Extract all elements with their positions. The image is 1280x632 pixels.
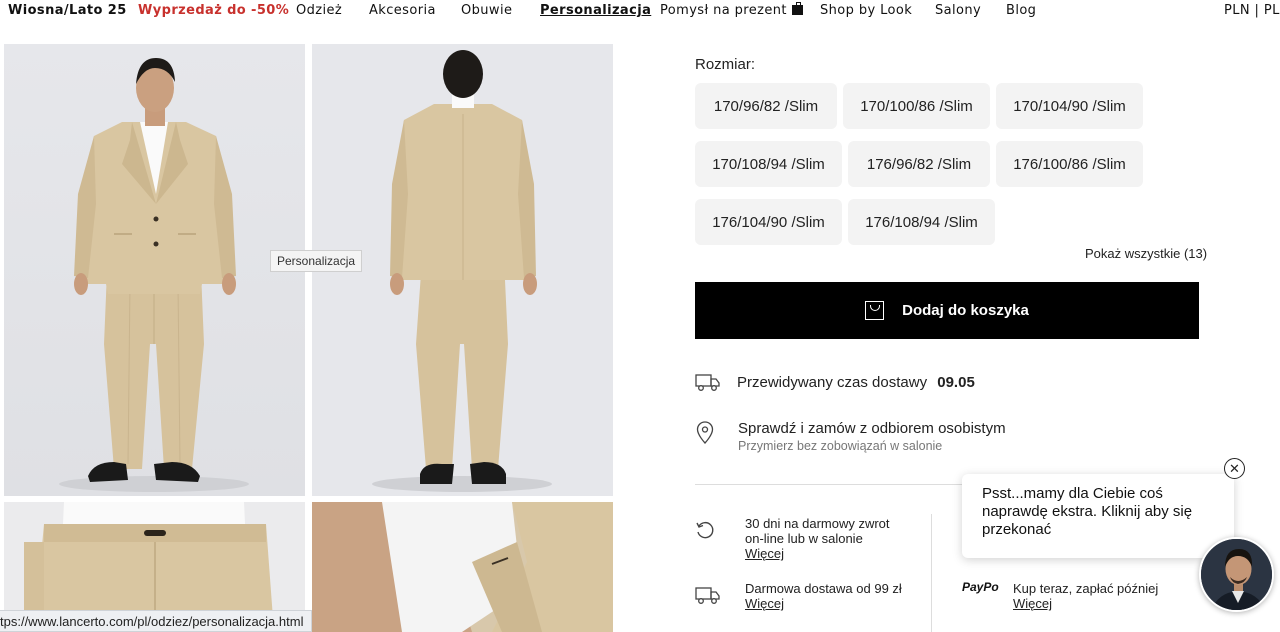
add-to-cart-label: Dodaj do koszyka (902, 302, 1029, 319)
size-option[interactable]: 170/108/94 /Slim (695, 141, 842, 187)
paypo-text: Kup teraz, zapłać później (1013, 581, 1159, 596)
gift-icon (791, 2, 803, 15)
nav-item-spring-summer[interactable]: Wiosna/Lato 25 (8, 3, 127, 18)
suit-front-illustration (4, 44, 305, 496)
chat-close-icon[interactable]: ✕ (1224, 458, 1245, 479)
nav-item-shop-by-look[interactable]: Shop by Look (820, 3, 912, 18)
free-shipping-truck-icon (695, 587, 720, 604)
personalization-tooltip: Personalizacja (270, 250, 363, 272)
free-returns-line1: 30 dni na darmowy zwrot (745, 516, 890, 531)
free-returns-more-link[interactable]: Więcej (745, 546, 890, 561)
vertical-divider (931, 514, 932, 632)
collar-detail-illustration (312, 502, 613, 632)
size-option[interactable]: 170/100/86 /Slim (843, 83, 990, 129)
size-option[interactable]: 176/96/82 /Slim (848, 141, 990, 187)
free-shipping-text: Darmowa dostawa od 99 zł (745, 581, 902, 596)
free-returns-benefit: 30 dni na darmowy zwrot on-line lub w sa… (745, 516, 890, 561)
size-option[interactable]: 170/104/90 /Slim (996, 83, 1143, 129)
free-shipping-more-link[interactable]: Więcej (745, 596, 902, 611)
delivery-truck-icon (695, 374, 720, 391)
free-shipping-benefit: Darmowa dostawa od 99 zł Więcej (745, 581, 902, 611)
size-label: Rozmiar: (695, 56, 756, 73)
browser-status-url: tps://www.lancerto.com/pl/odziez/persona… (0, 610, 313, 632)
product-photo-collar-detail[interactable] (312, 502, 613, 632)
delivery-label: Przewidywany czas dostawy (737, 374, 928, 391)
product-photo-front[interactable] (4, 44, 305, 496)
nav-item-accessories[interactable]: Akcesoria (369, 3, 436, 18)
store-pickup-subtitle: Przymierz bez zobowiązań w salonie (738, 439, 943, 453)
chat-avatar[interactable] (1199, 537, 1274, 612)
store-pickup-link[interactable]: Sprawdź i zamów z odbiorem osobistym (738, 420, 1006, 437)
show-all-sizes-link[interactable]: Pokaż wszystkie (13) (1085, 246, 1207, 261)
consultant-portrait-icon (1201, 539, 1272, 610)
free-returns-line2: on-line lub w salonie (745, 531, 863, 546)
location-pin-icon (696, 421, 714, 444)
nav-item-blog[interactable]: Blog (1006, 3, 1036, 18)
nav-item-gift-idea-label: Pomysł na prezent (660, 3, 787, 18)
nav-item-gift-idea[interactable]: Pomysł na prezent (660, 2, 803, 18)
nav-item-sale[interactable]: Wyprzedaż do -50% (138, 3, 289, 18)
currency-language-switch[interactable]: PLN | PL (1224, 3, 1280, 18)
paypo-benefit: Kup teraz, zapłać później Więcej (1013, 581, 1158, 611)
paypo-logo: PayPo (962, 580, 999, 594)
size-option[interactable]: 170/96/82 /Slim (695, 83, 837, 129)
nav-item-stores[interactable]: Salony (935, 3, 981, 18)
nav-item-personalization[interactable]: Personalizacja (540, 3, 651, 18)
size-option[interactable]: 176/100/86 /Slim (996, 141, 1143, 187)
nav-item-shoes[interactable]: Obuwie (461, 3, 512, 18)
nav-item-clothing[interactable]: Odzież (296, 3, 342, 18)
add-to-cart-button[interactable]: Dodaj do koszyka (695, 282, 1199, 339)
size-option[interactable]: 176/108/94 /Slim (848, 199, 995, 245)
top-navigation: Wiosna/Lato 25 Wyprzedaż do -50% Odzież … (0, 0, 1280, 24)
delivery-estimate: Przewidywany czas dostawy 09.05 (737, 374, 975, 391)
paypo-more-link[interactable]: Więcej (1013, 596, 1158, 611)
shopping-bag-icon (865, 301, 885, 320)
return-arrow-icon (696, 521, 714, 539)
size-option[interactable]: 176/104/90 /Slim (695, 199, 842, 245)
delivery-date: 09.05 (937, 374, 975, 391)
chat-popup-message[interactable]: Psst...mamy dla Ciebie coś naprawdę ekst… (962, 474, 1234, 558)
